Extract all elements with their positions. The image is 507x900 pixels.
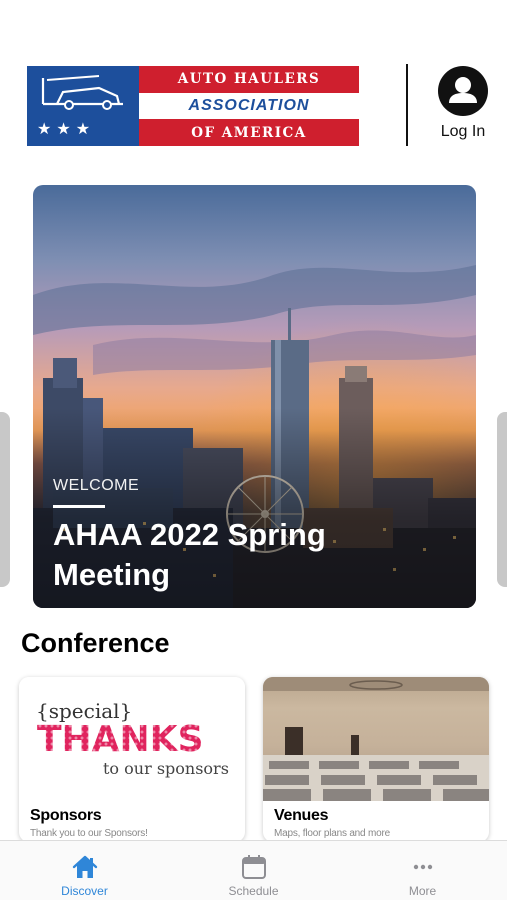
tab-discover-label: Discover xyxy=(61,884,108,898)
tab-more-label: More xyxy=(408,884,437,898)
venues-card-label: Venues xyxy=(274,807,329,824)
venues-card[interactable]: Venues Maps, floor plans and more xyxy=(263,677,489,842)
venue-ballroom-image xyxy=(263,677,489,801)
section-title: Conference xyxy=(21,628,170,658)
ahaa-logo: ★★★ AUTO HAULERS ASSOCIATION OF AMERICA xyxy=(27,66,359,146)
user-avatar-icon xyxy=(438,66,488,116)
tab-discover[interactable]: Discover xyxy=(0,841,169,900)
more-icon xyxy=(413,864,432,870)
thanks-dot-pattern xyxy=(37,723,217,759)
hero-underline xyxy=(53,505,105,508)
tab-schedule-label: Schedule xyxy=(228,884,279,898)
hero-kicker: WELCOME xyxy=(53,477,140,494)
car-hauler-icon xyxy=(41,75,123,110)
bottom-tab-bar: Discover Schedule More xyxy=(0,840,507,900)
tab-schedule[interactable]: Schedule xyxy=(169,841,338,900)
hero-title: AHAA 2022 Spring Meeting xyxy=(53,517,326,592)
header-divider xyxy=(406,64,408,146)
logo-line-2: ASSOCIATION xyxy=(139,91,359,121)
calendar-icon xyxy=(241,855,266,879)
home-icon xyxy=(72,855,97,878)
hero-banner[interactable]: WELCOME AHAA 2022 Spring Meeting xyxy=(33,185,476,608)
logo-stars: ★★★ xyxy=(37,119,96,138)
login-label: Log In xyxy=(440,123,486,140)
thanks-sub-text: to our sponsors xyxy=(103,759,229,778)
logo-line-3: OF AMERICA xyxy=(139,120,359,146)
sponsors-card-subtitle: Thank you to our Sponsors! xyxy=(30,828,148,839)
sponsors-card[interactable]: {special} THANKS to our sponsors Sponsor… xyxy=(19,677,245,842)
app-header: ★★★ AUTO HAULERS ASSOCIATION OF AMERICA … xyxy=(0,0,507,165)
tab-more[interactable]: More xyxy=(338,841,507,900)
logo-emblem: ★★★ xyxy=(27,66,139,146)
carousel-prev-peek[interactable] xyxy=(0,412,10,587)
carousel-next-peek[interactable] xyxy=(497,412,507,587)
sponsors-thanks-image: {special} THANKS to our sponsors xyxy=(19,677,245,801)
logo-line-1: AUTO HAULERS xyxy=(139,66,359,92)
venues-card-subtitle: Maps, floor plans and more xyxy=(274,828,390,839)
sponsors-card-label: Sponsors xyxy=(30,807,102,824)
login-button[interactable]: Log In xyxy=(432,66,494,141)
